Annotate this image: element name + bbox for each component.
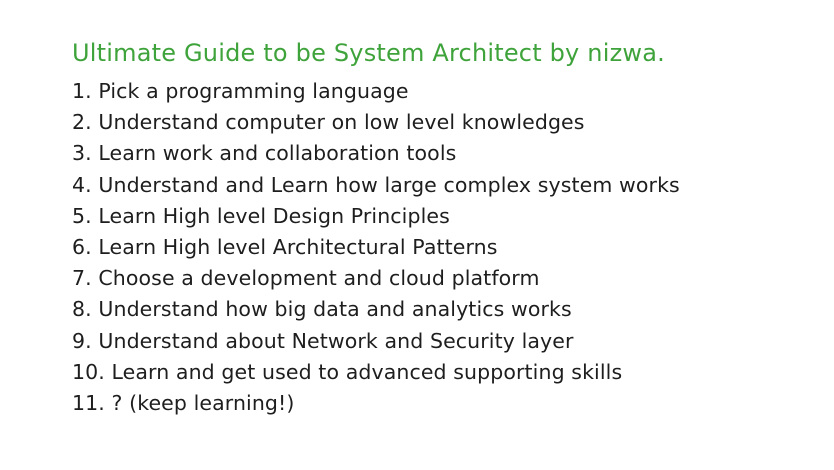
steps-list: 1. Pick a programming language 2. Unders…	[72, 76, 834, 419]
step-item-4: 4. Understand and Learn how large comple…	[72, 172, 680, 197]
step-item-1: 1. Pick a programming language	[72, 79, 409, 103]
step-item-2: 2. Understand computer on low level know…	[72, 110, 585, 135]
step-item-11: 11. ? (keep learning!)	[72, 391, 295, 416]
step-item-7: 7. Choose a development and cloud platfo…	[72, 266, 540, 291]
guide-title: Ultimate Guide to be System Architect by…	[72, 39, 665, 67]
step-item-8: 8. Understand how big data and analytics…	[72, 297, 572, 322]
step-item-6: 6. Learn High level Architectural Patter…	[72, 235, 498, 260]
guide-canvas: Ultimate Guide to be System Architect by…	[0, 0, 834, 470]
step-item-10: 10. Learn and get used to advanced suppo…	[72, 359, 623, 384]
step-item-3: 3. Learn work and collaboration tools	[72, 141, 457, 166]
step-item-9: 9. Understand about Network and Security…	[72, 328, 574, 353]
step-item-5: 5. Learn High level Design Principles	[72, 203, 450, 228]
